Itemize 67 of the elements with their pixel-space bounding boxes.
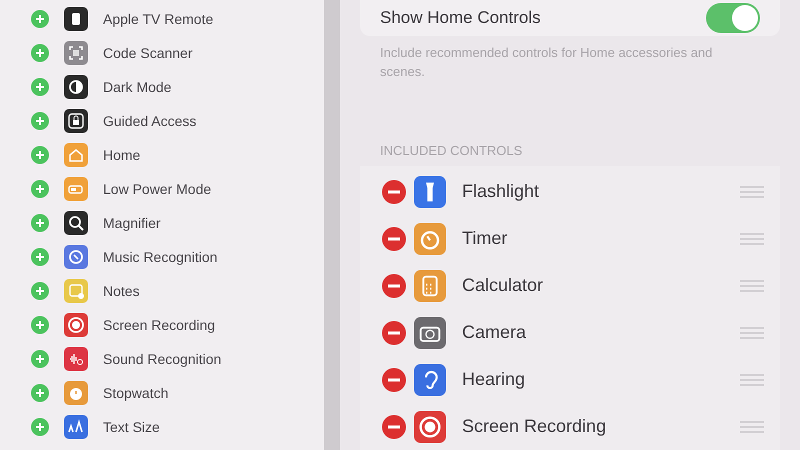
add-icon[interactable] [31, 350, 49, 368]
control-label: Stopwatch [103, 384, 168, 403]
control-label: Apple TV Remote [103, 10, 214, 29]
app-icon [64, 279, 88, 303]
control-label: Guided Access [103, 112, 196, 130]
app-icon [64, 41, 88, 65]
remove-icon[interactable] [382, 180, 406, 204]
footer-note: Include recommended controls for Home accessories and scenes. [379, 44, 714, 80]
app-icon [414, 222, 446, 254]
drag-handle-icon[interactable] [740, 186, 764, 198]
app-icon [64, 7, 88, 31]
add-icon[interactable] [31, 214, 49, 232]
add-icon[interactable] [31, 10, 49, 28]
control-label: Code Scanner [103, 44, 193, 62]
app-icon [64, 245, 88, 269]
drag-handle-icon[interactable] [740, 232, 764, 244]
toggle-switch[interactable] [706, 2, 760, 33]
app-icon [64, 347, 88, 371]
control-label: Magnifier [103, 214, 161, 233]
app-icon [414, 410, 446, 442]
remove-icon[interactable] [382, 320, 406, 344]
drag-handle-icon[interactable] [740, 420, 764, 432]
add-icon[interactable] [31, 180, 49, 198]
add-icon[interactable] [31, 146, 49, 164]
drag-handle-icon[interactable] [740, 326, 764, 338]
control-label: Low Power Mode [103, 180, 212, 198]
app-icon [64, 211, 88, 235]
app-icon [64, 177, 88, 201]
app-icon [64, 143, 88, 167]
remove-icon[interactable] [382, 226, 406, 250]
add-icon[interactable] [31, 384, 49, 402]
app-icon [414, 176, 446, 208]
control-label: Timer [462, 227, 508, 250]
remove-icon[interactable] [382, 274, 406, 298]
app-icon [64, 381, 88, 405]
control-label: Screen Recording [462, 415, 608, 438]
app-icon [414, 270, 446, 302]
control-label: Sound Recognition [103, 350, 222, 369]
app-icon [414, 364, 446, 396]
control-label: Notes [103, 282, 140, 300]
add-icon[interactable] [31, 248, 49, 266]
remove-icon[interactable] [382, 414, 406, 438]
control-label: Music Recognition [103, 248, 218, 267]
add-icon[interactable] [31, 418, 49, 436]
app-icon [64, 75, 88, 99]
drag-handle-icon[interactable] [740, 280, 764, 292]
control-label: Calculator [462, 274, 544, 297]
app-icon [414, 316, 446, 348]
control-label: Text Size [103, 418, 160, 436]
toggle-label: Show Home Controls [380, 7, 541, 29]
add-icon[interactable] [31, 282, 49, 300]
add-icon[interactable] [31, 44, 49, 62]
control-label: Home [103, 146, 140, 164]
control-label: Dark Mode [103, 78, 172, 96]
control-label: Camera [462, 321, 528, 344]
app-icon [64, 313, 88, 337]
control-label: Screen Recording [103, 316, 216, 335]
control-label: Flashlight [462, 180, 540, 203]
add-icon[interactable] [31, 316, 49, 334]
drag-handle-icon[interactable] [740, 374, 764, 386]
app-icon [64, 109, 88, 133]
control-label: Hearing [462, 368, 526, 391]
remove-icon[interactable] [382, 368, 406, 392]
add-icon[interactable] [31, 112, 49, 130]
app-icon [64, 415, 88, 439]
section-header: INCLUDED CONTROLS [379, 142, 524, 160]
add-icon[interactable] [31, 78, 49, 96]
